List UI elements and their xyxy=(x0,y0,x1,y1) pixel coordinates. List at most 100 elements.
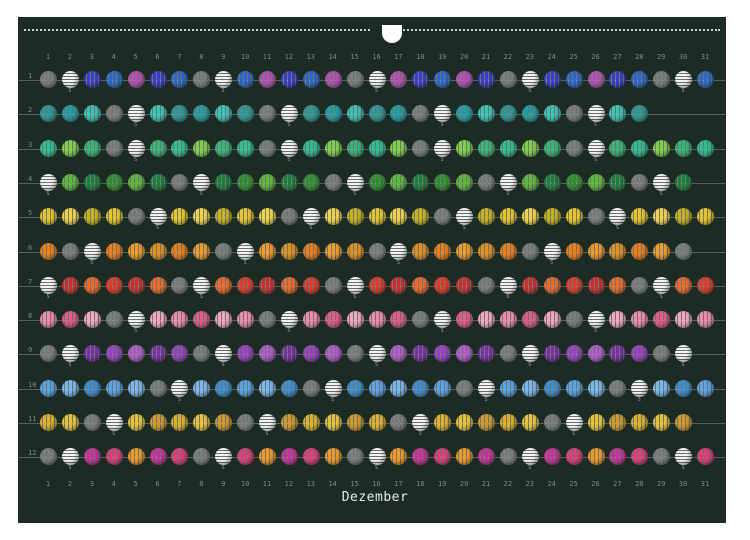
top-day-number-13: 13 xyxy=(306,53,316,61)
day-bead xyxy=(324,105,342,123)
sunday-marker: S xyxy=(615,225,619,232)
day-bead xyxy=(259,379,276,397)
day-bead xyxy=(149,173,167,191)
sunday-marker: S xyxy=(374,465,378,472)
day-bead xyxy=(105,71,123,88)
sunday-bead xyxy=(302,208,320,226)
bottom-day-number-16: 16 xyxy=(372,480,381,488)
sunday-marker: S xyxy=(221,362,225,369)
day-bead xyxy=(302,173,320,191)
saturday-bead xyxy=(105,311,123,329)
top-day-number-28: 28 xyxy=(635,53,644,61)
sunday-bead xyxy=(127,105,145,123)
saturday-bead xyxy=(609,379,627,397)
day-bead xyxy=(83,311,101,329)
day-bead xyxy=(40,414,57,431)
day-bead xyxy=(609,139,627,157)
sunday-bead xyxy=(280,139,298,157)
saturday-bead xyxy=(127,208,145,226)
saturday-bead xyxy=(40,71,57,88)
sunday-marker: S xyxy=(353,293,357,300)
spiral-binding-left xyxy=(24,29,370,39)
month-title: Dezember xyxy=(341,490,409,505)
day-bead xyxy=(543,379,561,397)
sunday-marker: S xyxy=(287,122,291,129)
sunday-marker: S xyxy=(396,259,400,266)
saturday-bead xyxy=(83,414,101,431)
top-day-number-18: 18 xyxy=(416,53,425,61)
bottom-day-number-29: 29 xyxy=(656,480,666,488)
top-day-number-2: 2 xyxy=(67,53,72,61)
sunday-marker: S xyxy=(484,396,488,403)
day-bead xyxy=(259,242,276,260)
sunday-marker: S xyxy=(593,156,597,163)
day-bead xyxy=(521,139,539,157)
day-bead xyxy=(434,379,452,397)
day-bead xyxy=(478,139,495,157)
day-bead xyxy=(478,242,495,260)
sunday-bead xyxy=(631,379,649,397)
day-bead xyxy=(83,208,101,226)
top-day-number-12: 12 xyxy=(284,53,294,61)
day-bead xyxy=(368,379,386,397)
bottom-day-number-5: 5 xyxy=(133,480,138,488)
day-bead xyxy=(521,173,539,191)
sunday-marker: S xyxy=(155,225,159,232)
day-bead xyxy=(40,311,57,329)
sunday-bead xyxy=(675,71,693,88)
day-bead xyxy=(149,448,167,466)
top-day-number-16: 16 xyxy=(372,53,381,61)
day-bead xyxy=(434,173,452,191)
day-bead xyxy=(61,414,79,431)
day-bead xyxy=(499,414,517,431)
day-bead xyxy=(521,379,539,397)
sunday-marker: S xyxy=(309,225,313,232)
sunday-marker: S xyxy=(418,431,422,437)
day-bead xyxy=(697,379,714,397)
day-bead xyxy=(83,105,101,123)
day-bead xyxy=(127,345,145,363)
top-day-number-20: 20 xyxy=(459,53,469,61)
saturday-bead xyxy=(215,242,233,260)
bottom-day-number-10: 10 xyxy=(240,480,250,488)
day-bead xyxy=(259,173,276,191)
day-bead xyxy=(237,173,255,191)
month-number-6: 6 xyxy=(28,243,33,252)
day-bead xyxy=(499,139,517,157)
day-bead xyxy=(324,414,342,431)
day-bead xyxy=(456,242,474,260)
day-bead xyxy=(390,379,408,397)
sunday-marker: S xyxy=(46,190,50,197)
sunday-marker: S xyxy=(374,88,378,94)
hanging-hook-notch xyxy=(382,25,402,43)
day-bead xyxy=(127,173,145,191)
day-bead xyxy=(456,71,474,88)
sunday-marker: S xyxy=(681,88,685,94)
saturday-bead xyxy=(280,208,298,226)
day-bead xyxy=(346,139,364,157)
day-bead xyxy=(368,414,386,431)
bottom-day-number-8: 8 xyxy=(199,480,204,488)
day-bead xyxy=(193,379,211,397)
saturday-bead xyxy=(149,379,167,397)
day-bead xyxy=(149,276,167,294)
sunday-marker: S xyxy=(265,431,269,437)
top-day-number-10: 10 xyxy=(240,53,250,61)
saturday-bead xyxy=(412,139,430,157)
day-bead xyxy=(521,311,539,329)
day-bead xyxy=(40,379,57,397)
sunday-marker: S xyxy=(112,431,116,437)
top-day-number-27: 27 xyxy=(613,53,622,61)
day-bead xyxy=(368,311,386,329)
sunday-bead xyxy=(105,414,123,431)
top-day-number-7: 7 xyxy=(177,53,182,61)
bottom-day-number-6: 6 xyxy=(155,480,160,488)
saturday-bead xyxy=(105,139,123,157)
sunday-marker: S xyxy=(68,88,72,94)
day-bead xyxy=(149,242,167,260)
saturday-bead xyxy=(478,173,495,191)
sunday-bead xyxy=(368,345,386,363)
day-bead xyxy=(434,276,452,294)
sunday-marker: S xyxy=(528,465,532,472)
day-bead xyxy=(302,242,320,260)
